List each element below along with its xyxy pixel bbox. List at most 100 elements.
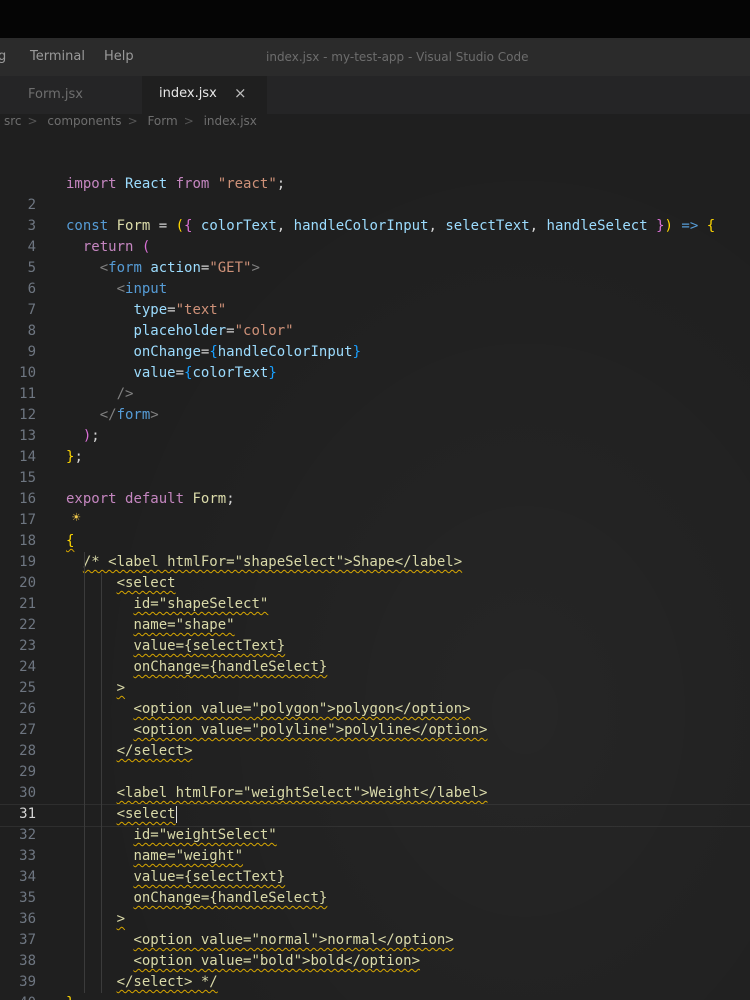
code-token: onChange bbox=[133, 344, 201, 360]
code-line[interactable]: 14}; bbox=[0, 447, 750, 468]
breadcrumb-item[interactable]: components bbox=[47, 114, 121, 128]
code-text: </form> bbox=[66, 405, 159, 426]
code-line[interactable]: 32 id="weightSelect" bbox=[0, 825, 750, 846]
code-line[interactable]: 21 id="shapeSelect" bbox=[0, 594, 750, 615]
code-text: name="shape" bbox=[66, 615, 234, 636]
code-line[interactable]: 37 <option value="normal">normal</option… bbox=[0, 930, 750, 951]
code-token: id="shapeSelect" bbox=[133, 596, 269, 612]
code-token: from bbox=[175, 176, 210, 192]
line-number: 29 bbox=[19, 764, 36, 780]
code-token: "color" bbox=[234, 323, 294, 339]
line-number: 5 bbox=[27, 260, 36, 276]
code-line[interactable]: 3 const Form = ({ colorText, handleColorI… bbox=[0, 216, 750, 237]
code-line[interactable]: 12 </form> bbox=[0, 405, 750, 426]
code-line[interactable]: 20 <select bbox=[0, 573, 750, 594]
breadcrumb-item[interactable]: Form bbox=[147, 114, 177, 128]
code-text: value={selectText} bbox=[66, 636, 285, 657]
code-line[interactable]: 38 <option value="bold">bold</option> bbox=[0, 951, 750, 972]
menu-help[interactable]: Help bbox=[104, 49, 134, 64]
breadcrumb-item[interactable]: src bbox=[4, 114, 22, 128]
code-line[interactable]: 24 onChange={handleSelect} bbox=[0, 657, 750, 678]
tab-form-jsx[interactable]: Form.jsx bbox=[0, 76, 140, 114]
code-token: = bbox=[150, 218, 176, 234]
code-line[interactable]: 23 value={selectText} bbox=[0, 636, 750, 657]
code-token: value={selectText} bbox=[133, 638, 286, 654]
code-token: onChange={handleSelect} bbox=[133, 659, 328, 675]
code-line[interactable]: 6 <input bbox=[0, 279, 750, 300]
code-token: name="weight" bbox=[133, 848, 244, 864]
code-line[interactable]: 40} bbox=[0, 993, 750, 1000]
code-line[interactable]: 4 return ( bbox=[0, 237, 750, 258]
code-token: value={selectText} bbox=[133, 869, 286, 885]
code-line[interactable]: 26 <option value="polygon">polygon</opti… bbox=[0, 699, 750, 720]
code-line[interactable]: 7 type="text" bbox=[0, 300, 750, 321]
code-line[interactable]: 36 > bbox=[0, 909, 750, 930]
code-line[interactable]: import React from "react"; bbox=[0, 174, 750, 195]
code-line[interactable]: 15 bbox=[0, 468, 750, 489]
code-editor[interactable]: import React from "react"; 2 3 const Form =… bbox=[0, 136, 750, 1000]
code-line[interactable]: 17 bbox=[0, 510, 750, 531]
code-line[interactable]: 16 export default Form; bbox=[0, 489, 750, 510]
code-token: id="weightSelect" bbox=[133, 827, 277, 843]
line-number: 26 bbox=[19, 701, 36, 717]
code-token: <option value="normal">normal</option> bbox=[133, 932, 454, 948]
menu-terminal[interactable]: Terminal bbox=[30, 49, 85, 64]
code-line[interactable]: 33 name="weight" bbox=[0, 846, 750, 867]
close-icon[interactable]: × bbox=[234, 84, 247, 102]
code-token: </select> */ bbox=[116, 974, 218, 990]
code-token: } bbox=[268, 365, 277, 381]
code-line[interactable]: 29 bbox=[0, 762, 750, 783]
code-token: ; bbox=[91, 428, 100, 444]
code-token: value bbox=[133, 365, 176, 381]
line-number: 15 bbox=[19, 470, 36, 486]
code-token: selectText bbox=[445, 218, 530, 234]
code-line[interactable]: 18 { bbox=[0, 531, 750, 552]
tab-index-jsx[interactable]: index.jsx × bbox=[142, 76, 267, 114]
code-token: <option value="polygon">polygon</option> bbox=[133, 701, 471, 717]
lightbulb-icon[interactable]: ☀ bbox=[72, 510, 80, 526]
code-line[interactable]: 31 <select bbox=[0, 804, 750, 825]
code-token: ; bbox=[276, 176, 286, 192]
line-number: 38 bbox=[19, 953, 36, 969]
code-line[interactable]: 11 /> bbox=[0, 384, 750, 405]
code-line[interactable]: 30 <label htmlFor="weightSelect">Weight<… bbox=[0, 783, 750, 804]
code-token: ( bbox=[175, 218, 185, 234]
code-token: form bbox=[108, 260, 142, 276]
breadcrumb-item[interactable]: index.jsx bbox=[204, 114, 257, 128]
code-text: export default Form; bbox=[66, 489, 235, 510]
code-line[interactable]: 28 </select> bbox=[0, 741, 750, 762]
code-text: <input bbox=[66, 279, 168, 300]
code-line[interactable]: 27 <option value="polyline">polyline</op… bbox=[0, 720, 750, 741]
code-line[interactable]: 10 value={colorText} bbox=[0, 363, 750, 384]
line-number: 10 bbox=[19, 365, 36, 381]
code-text: id="shapeSelect" bbox=[66, 594, 268, 615]
code-line[interactable]: 25 > bbox=[0, 678, 750, 699]
code-line[interactable]: 39 </select> */ bbox=[0, 972, 750, 993]
code-line[interactable]: 34 value={selectText} bbox=[0, 867, 750, 888]
code-line[interactable]: 35 onChange={handleSelect} bbox=[0, 888, 750, 909]
code-line[interactable]: 22 name="shape" bbox=[0, 615, 750, 636]
code-text: value={selectText} bbox=[66, 867, 285, 888]
code-text: return ( bbox=[66, 237, 150, 258]
code-line[interactable]: 2 bbox=[0, 195, 750, 216]
code-line[interactable]: 8 placeholder="color" bbox=[0, 321, 750, 342]
code-line[interactable]: 19 /* <label htmlFor="shapeSelect">Shape… bbox=[0, 552, 750, 573]
code-line[interactable]: 5 <form action="GET"> bbox=[0, 258, 750, 279]
code-line[interactable]: 13 ); bbox=[0, 426, 750, 447]
code-line[interactable]: 9 onChange={handleColorInput} bbox=[0, 342, 750, 363]
menu-debug[interactable]: g bbox=[0, 49, 6, 64]
code-token: "text" bbox=[175, 302, 227, 318]
breadcrumb-separator: > bbox=[127, 114, 138, 128]
code-token: handleSelect bbox=[546, 218, 648, 234]
